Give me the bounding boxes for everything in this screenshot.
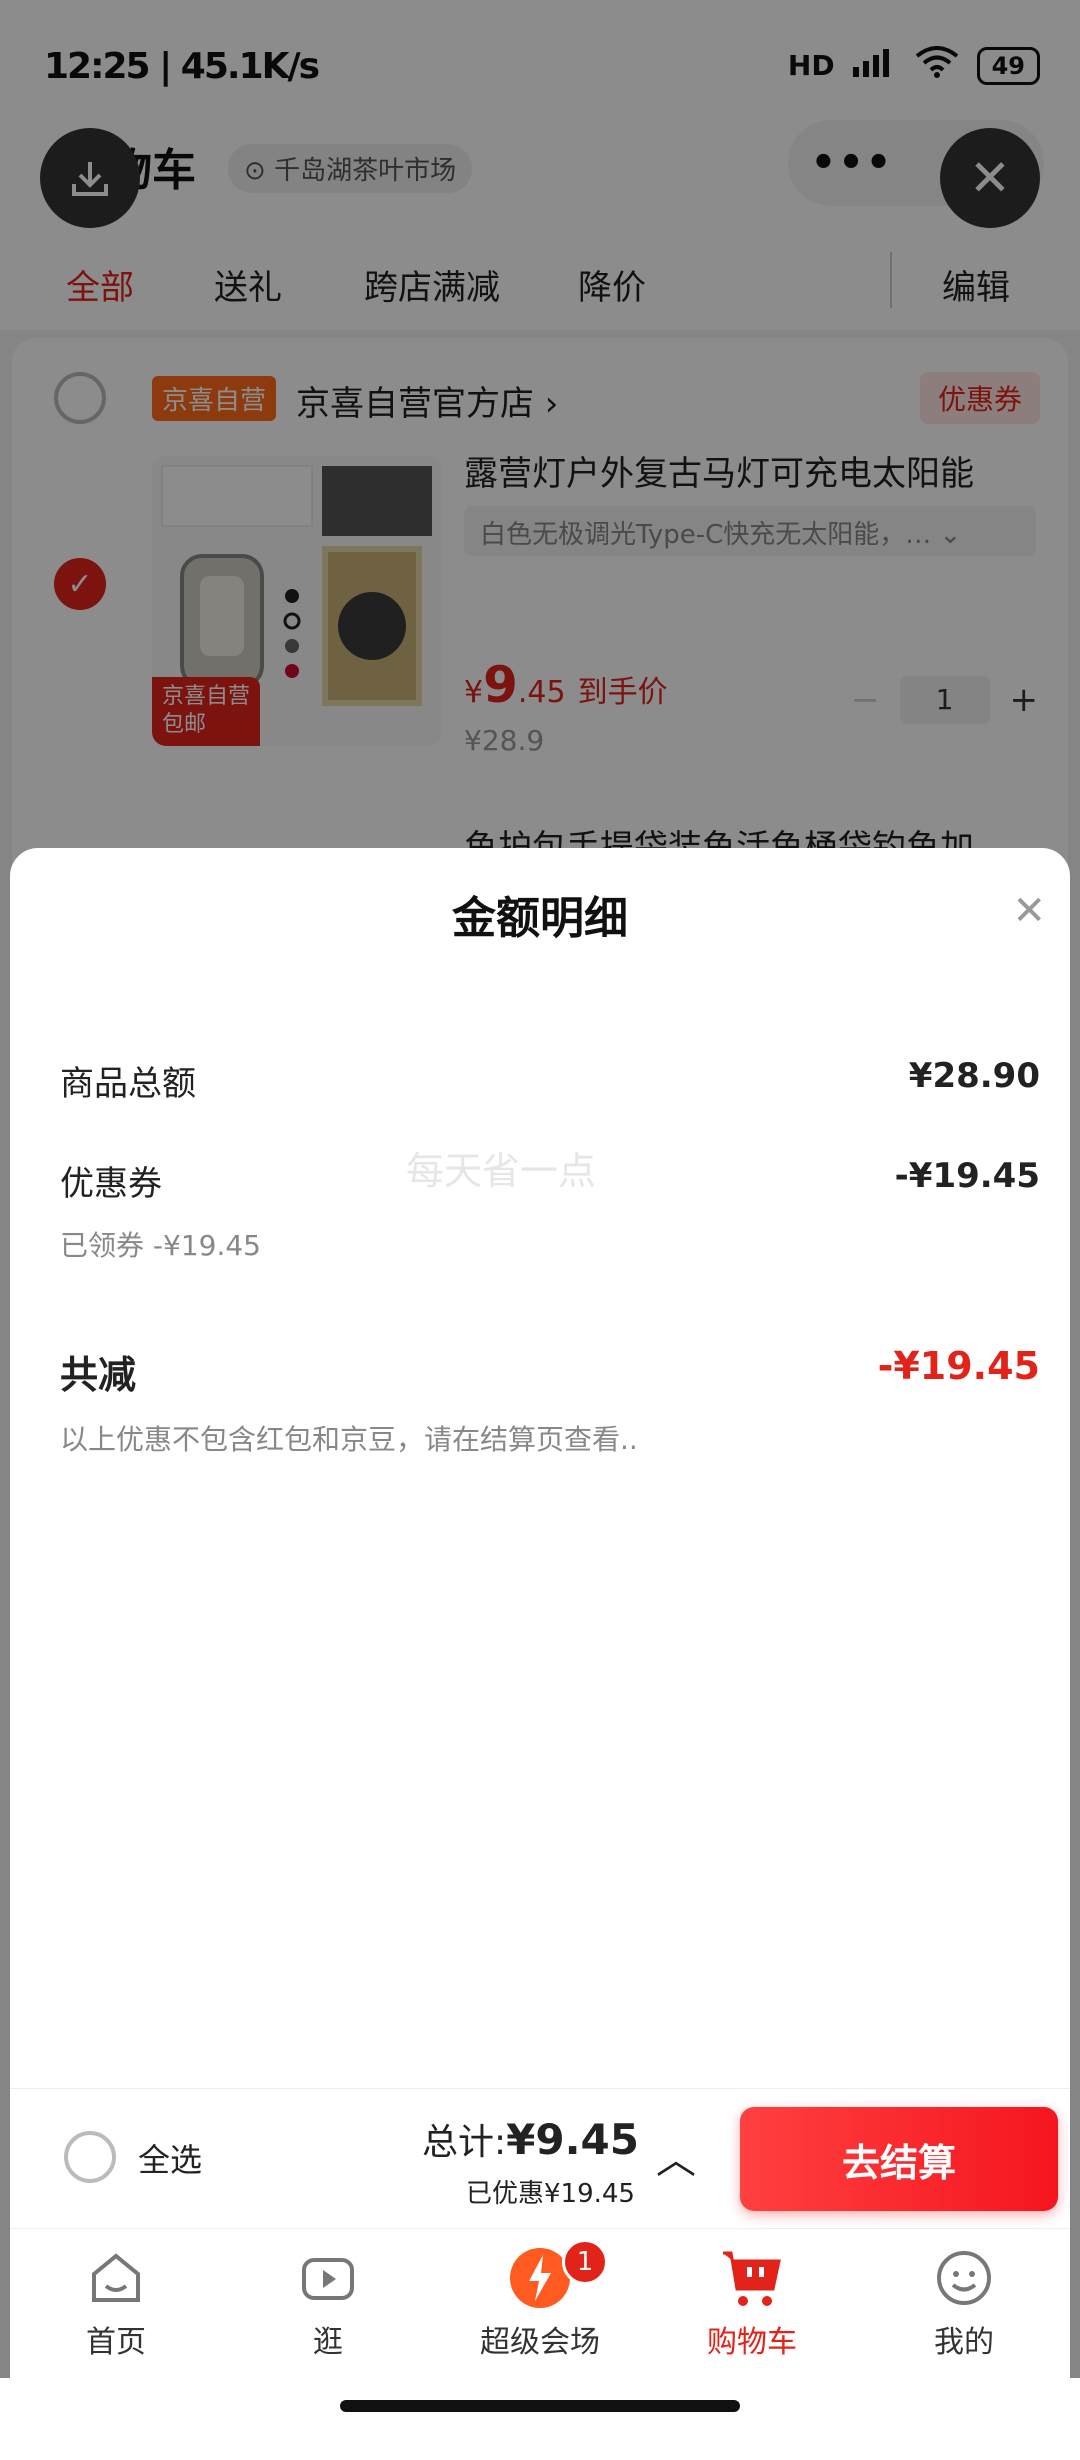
- chevron-up-icon[interactable]: ︿: [656, 2127, 696, 2185]
- sheet-title: 金额明细: [452, 893, 628, 944]
- saved-amount: 已优惠¥19.45: [466, 2179, 635, 2209]
- home-indicator[interactable]: [340, 2400, 740, 2412]
- nav-super-venue[interactable]: 1 超级会场: [434, 2229, 646, 2378]
- watermark-text: 每天省一点: [406, 1149, 597, 1193]
- system-gesture-area: [0, 2378, 1080, 2460]
- venue-badge: 1: [562, 2239, 608, 2285]
- cart-icon: [719, 2245, 785, 2311]
- select-all-label[interactable]: 全选: [138, 2135, 202, 2181]
- total-discount-value: -¥19.45: [877, 1344, 1040, 1388]
- amount-detail-sheet: 金额明细 ✕ 商品总额 ¥28.90 优惠券 -¥19.45 每天省一点 已领券…: [10, 848, 1070, 2178]
- nav-profile[interactable]: 我的: [858, 2229, 1070, 2378]
- checkout-bar: 全选 总计:¥9.45 已优惠¥19.45 ︿ 去结算: [10, 2088, 1070, 2228]
- nav-browse-label: 逛: [313, 2325, 343, 2360]
- nav-home-label: 首页: [86, 2325, 146, 2360]
- select-all-checkbox[interactable]: [64, 2131, 116, 2183]
- home-icon: [83, 2245, 149, 2311]
- coupon-claimed-note: 已领券 -¥19.45: [60, 1229, 261, 1262]
- nav-super-venue-label: 超级会场: [480, 2325, 600, 2360]
- nav-browse[interactable]: 逛: [222, 2229, 434, 2378]
- total-amount: 总计:¥9.45: [422, 2113, 639, 2165]
- total-value: ¥9.45: [506, 2115, 639, 2164]
- cart-screen: 12:25 | 45.1K/s HD 49 购物车 ⊙ 千岛湖茶叶市场 1/1 …: [0, 0, 1080, 2460]
- coupon-label: 优惠券: [60, 1164, 162, 1204]
- nav-profile-label: 我的: [934, 2325, 994, 2360]
- nav-cart-label: 购物车: [707, 2325, 797, 2360]
- coupon-value: -¥19.45: [894, 1156, 1040, 1196]
- nav-cart[interactable]: 购物车: [646, 2229, 858, 2378]
- checkout-button[interactable]: 去结算: [740, 2107, 1058, 2211]
- total-label: 总计:: [422, 2122, 507, 2163]
- bottom-nav: 首页 逛 1 超级会场 购物车 我的: [10, 2228, 1070, 2378]
- total-discount-row: 共减 -¥19.45: [60, 1344, 1040, 1399]
- goods-total-value: ¥28.90: [908, 1056, 1040, 1096]
- goods-total-label: 商品总额: [60, 1064, 196, 1104]
- goods-total-row: 商品总额 ¥28.90: [60, 1056, 1040, 1105]
- nav-home[interactable]: 首页: [10, 2229, 222, 2378]
- discount-note: 以上优惠不包含红包和京豆，请在结算页查看..: [60, 1423, 638, 1456]
- total-discount-label: 共减: [60, 1353, 137, 1397]
- video-icon: [295, 2245, 361, 2311]
- profile-icon: [931, 2245, 997, 2311]
- close-icon[interactable]: ✕: [1012, 888, 1046, 934]
